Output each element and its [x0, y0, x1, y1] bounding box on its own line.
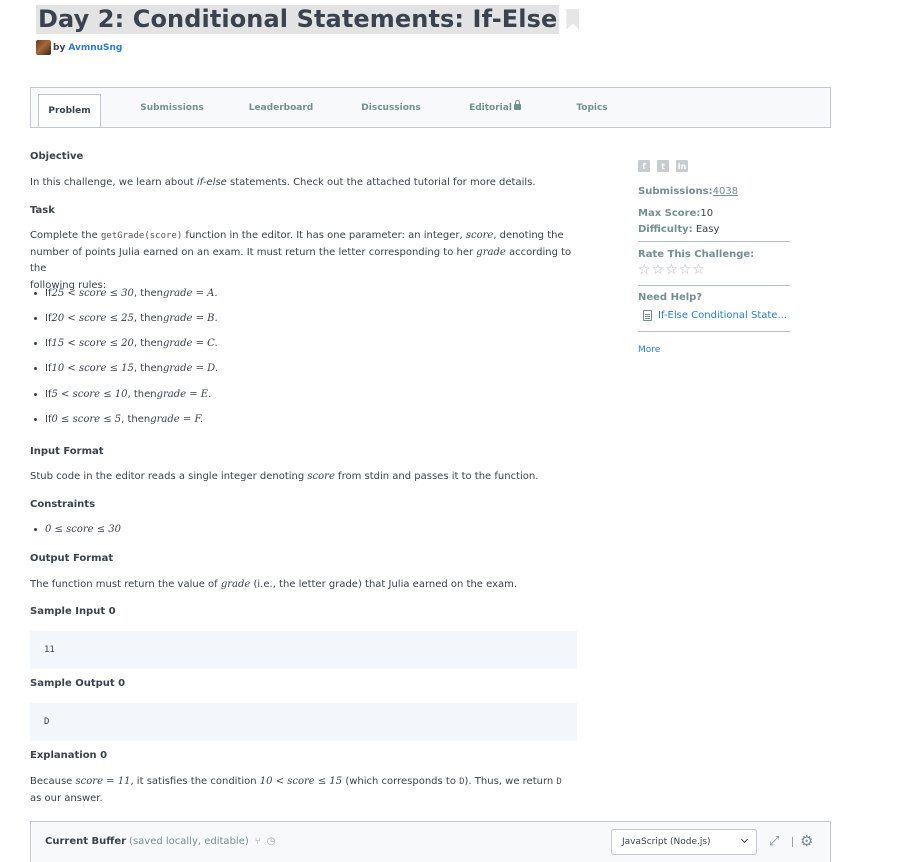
- sample-output-heading: Sample Output 0: [30, 678, 126, 689]
- list-item: If 20 < score ≤ 25, then grade = B.: [30, 313, 218, 324]
- star-icon[interactable]: ☆: [652, 263, 665, 277]
- task-text: Complete the getGrade(score) function in…: [30, 230, 572, 291]
- objective-text: In this challenge, we learn about if-els…: [30, 177, 536, 188]
- list-item: If 25 < score ≤ 30, then grade = A.: [30, 288, 218, 299]
- share-icons: f t in: [638, 160, 790, 172]
- tab-editorial[interactable]: Editorial: [465, 88, 525, 127]
- history-icon[interactable]: ◷: [267, 836, 276, 847]
- output-format-text: The function must return the value of gr…: [30, 579, 518, 590]
- tab-submissions[interactable]: Submissions: [137, 88, 207, 127]
- current-buffer: Current Buffer (saved locally, editable)…: [45, 836, 275, 847]
- difficulty-stat: Difficulty: Easy: [638, 224, 720, 235]
- tab-editorial-label: Editorial: [469, 102, 512, 113]
- explanation-text: Because score = 11, it satisfies the con…: [30, 776, 562, 804]
- list-item: If 15 < score ≤ 20, then grade = C.: [30, 338, 218, 349]
- list-item: If 0 ≤ score ≤ 5, then grade = F.: [30, 414, 203, 425]
- tab-problem[interactable]: Problem: [38, 94, 101, 127]
- bookmark-icon[interactable]: [566, 8, 580, 30]
- star-icon[interactable]: ☆: [665, 263, 678, 277]
- more-link[interactable]: More: [638, 345, 660, 355]
- constraints-heading: Constraints: [30, 499, 96, 510]
- branch-icon[interactable]: ⑂: [255, 836, 261, 847]
- input-format-heading: Input Format: [30, 446, 104, 457]
- tab-discussions[interactable]: Discussions: [357, 88, 425, 127]
- divider: [638, 285, 790, 286]
- tab-leaderboard[interactable]: Leaderboard: [245, 88, 317, 127]
- sample-output-box: D: [30, 703, 577, 741]
- objective-heading: Objective: [30, 151, 84, 162]
- submissions-stat: Submissions:4038: [638, 186, 739, 197]
- sample-input-heading: Sample Input 0: [30, 606, 116, 617]
- author-link[interactable]: AvmnuSng: [68, 43, 122, 53]
- author-by-label: by: [53, 42, 66, 53]
- page-title: Day 2: Conditional Statements: If-Else: [36, 4, 560, 34]
- author-line: by AvmnuSng: [36, 40, 122, 55]
- twitter-icon[interactable]: t: [657, 160, 669, 172]
- list-item: If 10 < score ≤ 15, then grade = D.: [30, 363, 218, 374]
- chevron-down-icon: [740, 835, 749, 844]
- lock-icon: [513, 99, 521, 110]
- output-format-heading: Output Format: [30, 553, 114, 564]
- submissions-count-link[interactable]: 4038: [713, 186, 738, 197]
- challenge-tabs: Problem Submissions Leaderboard Discussi…: [30, 87, 831, 128]
- input-format-text: Stub code in the editor reads a single i…: [30, 471, 539, 482]
- constraint-item: 0 ≤ score ≤ 30: [30, 524, 121, 535]
- rating-stars[interactable]: ☆ ☆ ☆ ☆ ☆: [638, 263, 705, 277]
- editor-toolbar: Current Buffer (saved locally, editable)…: [30, 821, 831, 862]
- explanation-heading: Explanation 0: [30, 750, 108, 761]
- star-icon[interactable]: ☆: [692, 263, 705, 277]
- page-title-row: Day 2: Conditional Statements: If-Else: [36, 4, 580, 34]
- facebook-icon[interactable]: f: [638, 160, 650, 172]
- list-item: If 5 < score ≤ 10, then grade = E.: [30, 389, 211, 400]
- divider: [638, 331, 790, 332]
- divider: [792, 837, 793, 847]
- task-heading: Task: [30, 205, 55, 216]
- sample-input-box: 11: [30, 631, 577, 669]
- buffer-title: Current Buffer: [45, 836, 127, 847]
- fullscreen-icon[interactable]: ⤢: [769, 835, 783, 849]
- buffer-subtitle: (saved locally, editable): [129, 836, 249, 847]
- language-select[interactable]: JavaScript (Node.js): [611, 829, 757, 855]
- challenge-sidebar: f t in Submissions:4038 Max Score:10 Dif…: [638, 160, 790, 355]
- need-help-label: Need Help?: [638, 292, 703, 303]
- document-icon: [643, 310, 652, 321]
- linkedin-icon[interactable]: in: [676, 160, 688, 172]
- avatar[interactable]: [36, 40, 51, 55]
- divider: [638, 241, 790, 242]
- tab-topics[interactable]: Topics: [569, 88, 615, 127]
- gear-icon[interactable]: ⚙: [800, 834, 813, 849]
- rate-label: Rate This Challenge:: [638, 249, 755, 260]
- star-icon[interactable]: ☆: [679, 263, 692, 277]
- tutorial-link[interactable]: If-Else Conditional State...: [643, 310, 787, 321]
- star-icon[interactable]: ☆: [638, 263, 651, 277]
- max-score-stat: Max Score:10: [638, 208, 714, 219]
